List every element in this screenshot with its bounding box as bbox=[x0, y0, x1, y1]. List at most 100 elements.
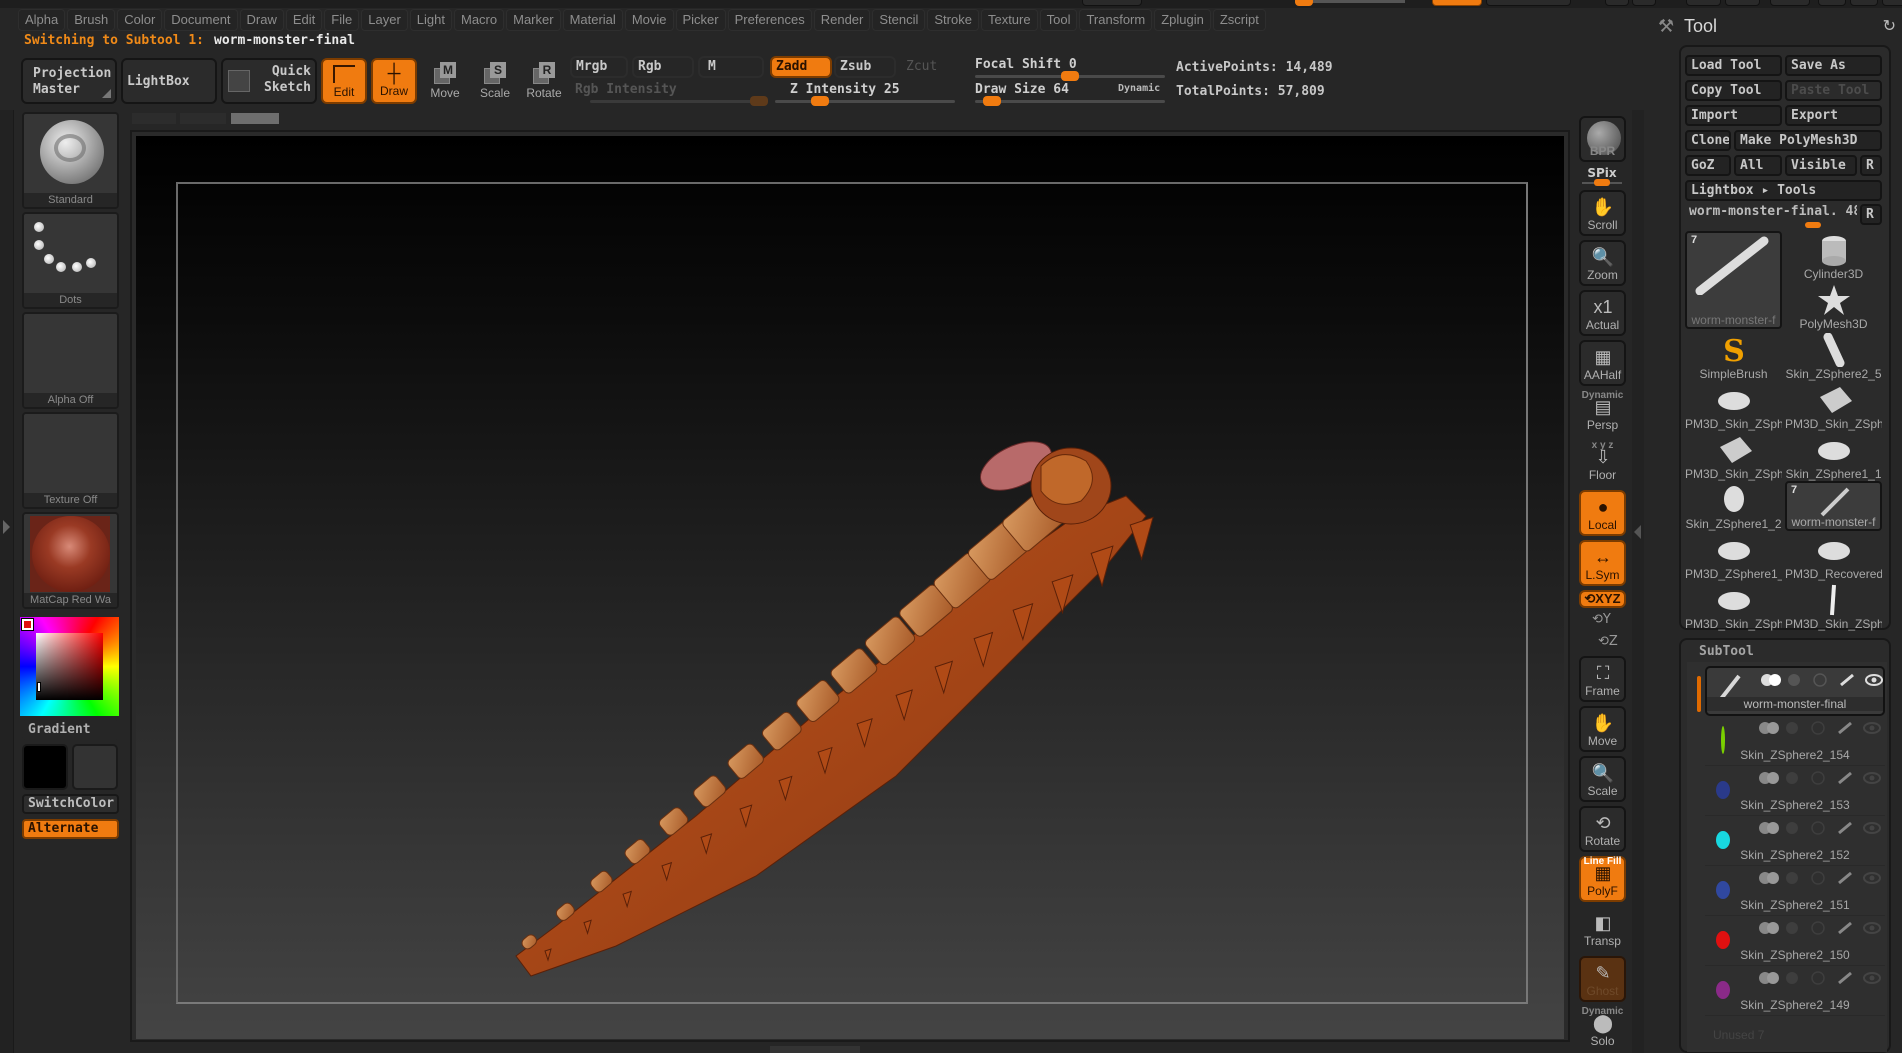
persp-button[interactable]: ▤ Dynamic Persp bbox=[1579, 390, 1626, 436]
poly-icon[interactable] bbox=[1759, 821, 1779, 835]
doc-tab-active[interactable] bbox=[231, 113, 279, 124]
menu-marker[interactable]: Marker bbox=[506, 9, 561, 31]
focal-shift-knob[interactable] bbox=[1061, 71, 1079, 81]
floor-button[interactable]: ⇩ x y z Floor bbox=[1579, 440, 1626, 486]
current-tool-slider-knob[interactable] bbox=[1805, 222, 1821, 228]
switch-color-button[interactable]: SwitchColor bbox=[22, 794, 119, 814]
poly-icon[interactable] bbox=[1759, 971, 1779, 985]
right-tray-edge[interactable] bbox=[1632, 110, 1644, 1053]
menu-alpha[interactable]: Alpha bbox=[18, 9, 66, 31]
menu-edit[interactable]: Edit bbox=[285, 9, 323, 31]
top-button[interactable] bbox=[1882, 0, 1902, 6]
top-button[interactable] bbox=[1770, 0, 1810, 6]
tool-palette-header[interactable]: ⚒ Tool ↻ bbox=[1644, 12, 1902, 42]
polyf-button[interactable]: ▦ Line Fill PolyF bbox=[1579, 856, 1626, 902]
spix-knob[interactable] bbox=[1594, 179, 1610, 186]
paste-tool-button[interactable]: Paste Tool bbox=[1785, 80, 1882, 101]
alternate-button[interactable]: Alternate bbox=[22, 819, 119, 839]
color-marker[interactable] bbox=[37, 682, 41, 692]
current-tool-slider[interactable]: worm-monster-final. 48 bbox=[1685, 204, 1857, 226]
top-slider[interactable] bbox=[1295, 0, 1405, 6]
poly-icon[interactable] bbox=[1759, 771, 1779, 785]
poly-icon[interactable] bbox=[1759, 921, 1779, 935]
tool-item[interactable]: S SimpleBrush bbox=[1685, 331, 1782, 381]
brush-icon[interactable] bbox=[1837, 771, 1852, 785]
menu-color[interactable]: Color bbox=[117, 9, 163, 31]
menu-render[interactable]: Render bbox=[813, 9, 871, 31]
menu-preferences[interactable]: Preferences bbox=[727, 9, 812, 31]
top-button[interactable] bbox=[1605, 0, 1629, 6]
goz-button[interactable]: GoZ bbox=[1685, 155, 1731, 176]
viewport[interactable] bbox=[130, 130, 1570, 1042]
subtool-title[interactable]: SubTool bbox=[1699, 644, 1754, 659]
tool-item[interactable]: Cylinder3D bbox=[1785, 231, 1882, 281]
menu-file[interactable]: File bbox=[324, 9, 360, 31]
menu-tool[interactable]: Tool bbox=[1039, 9, 1078, 31]
eye-icon[interactable] bbox=[1863, 771, 1881, 785]
brush-icon[interactable] bbox=[1837, 721, 1852, 735]
draw-button[interactable]: ┼ Draw bbox=[371, 58, 417, 104]
subtool-item[interactable]: worm-monster-final bbox=[1705, 666, 1885, 716]
tool-item[interactable]: PolyMesh3D bbox=[1785, 281, 1882, 331]
move-button[interactable]: ✋ Move bbox=[1579, 706, 1626, 752]
eye-icon[interactable] bbox=[1863, 821, 1881, 835]
left-tray-edge[interactable] bbox=[0, 110, 14, 1053]
top-button[interactable] bbox=[1725, 0, 1760, 6]
subtool-item[interactable]: Skin_ZSphere2_150 bbox=[1705, 916, 1885, 966]
export-button[interactable]: Export bbox=[1785, 105, 1882, 126]
rgb-button[interactable]: Rgb bbox=[632, 56, 694, 78]
subtool-item[interactable]: Skin_ZSphere2_152 bbox=[1705, 816, 1885, 866]
tool-item[interactable]: 7 worm-monster-f bbox=[1685, 231, 1782, 329]
brush-icon[interactable] bbox=[1837, 971, 1852, 985]
top-button[interactable] bbox=[1082, 0, 1142, 6]
edit-button[interactable]: Edit bbox=[321, 58, 367, 104]
actual-button[interactable]: x1 Actual bbox=[1579, 290, 1626, 336]
goz-all-button[interactable]: All bbox=[1734, 155, 1782, 176]
mask-icon[interactable] bbox=[1811, 821, 1825, 835]
zadd-button[interactable]: Zadd bbox=[770, 56, 832, 78]
hue-marker[interactable] bbox=[21, 618, 34, 631]
scale-button[interactable]: S Scale bbox=[475, 62, 515, 100]
menu-zscript[interactable]: Zscript bbox=[1212, 9, 1266, 31]
menu-document[interactable]: Document bbox=[164, 9, 238, 31]
goz-visible-button[interactable]: Visible bbox=[1785, 155, 1857, 176]
alpha-selector[interactable]: Alpha Off bbox=[22, 312, 119, 409]
eye-icon[interactable] bbox=[1865, 673, 1883, 687]
tool-item[interactable]: Skin_ZSphere1_1 bbox=[1785, 431, 1882, 481]
goz-r-button[interactable]: R bbox=[1860, 155, 1882, 176]
menu-material[interactable]: Material bbox=[562, 9, 623, 31]
subtool-scrollbar[interactable] bbox=[1697, 676, 1701, 712]
subtool-item[interactable]: Skin_ZSphere2_154 bbox=[1705, 716, 1885, 766]
menu-zplugin[interactable]: Zplugin bbox=[1154, 9, 1211, 31]
ghost-button[interactable]: ✎ Ghost bbox=[1579, 956, 1626, 1002]
mask-icon[interactable] bbox=[1813, 673, 1827, 687]
saturation-value-square[interactable] bbox=[36, 633, 103, 700]
poly-icon[interactable] bbox=[1761, 673, 1781, 687]
solo-button[interactable]: ⬤ Dynamic Solo bbox=[1579, 1006, 1626, 1052]
tool-item[interactable]: Skin_ZSphere2_5 bbox=[1785, 331, 1882, 381]
menu-picker[interactable]: Picker bbox=[675, 9, 726, 31]
aahalf-button[interactable]: ▦ AAHalf bbox=[1579, 340, 1626, 386]
transp-button[interactable]: ◧ Transp bbox=[1579, 906, 1626, 952]
zsub-button[interactable]: Zsub bbox=[834, 56, 896, 78]
solo-icon[interactable] bbox=[1785, 771, 1799, 785]
brush-icon[interactable] bbox=[1837, 921, 1852, 935]
tool-item[interactable]: PM3D_Recovered bbox=[1785, 531, 1882, 581]
rotate-button[interactable]: R Rotate bbox=[524, 62, 564, 100]
menu-brush[interactable]: Brush bbox=[67, 9, 116, 31]
mask-icon[interactable] bbox=[1811, 971, 1825, 985]
rotate-y-button[interactable]: ⟲Y bbox=[1592, 612, 1611, 627]
quick-sketch-button[interactable]: Quick Sketch bbox=[221, 58, 317, 104]
eye-icon[interactable] bbox=[1863, 721, 1881, 735]
focal-shift-slider[interactable] bbox=[975, 71, 1165, 81]
local-button[interactable]: ● Local bbox=[1579, 490, 1626, 536]
solo-icon[interactable] bbox=[1785, 921, 1799, 935]
menu-draw[interactable]: Draw bbox=[239, 9, 284, 31]
m-button[interactable]: M bbox=[698, 56, 764, 78]
top-button[interactable] bbox=[1686, 0, 1721, 6]
lightbox-tools-button[interactable]: Lightbox ▸ Tools bbox=[1685, 180, 1882, 201]
menu-macro[interactable]: Macro bbox=[453, 9, 505, 31]
eye-icon[interactable] bbox=[1863, 871, 1881, 885]
menu-movie[interactable]: Movie bbox=[624, 9, 674, 31]
texture-selector[interactable]: Texture Off bbox=[22, 412, 119, 509]
